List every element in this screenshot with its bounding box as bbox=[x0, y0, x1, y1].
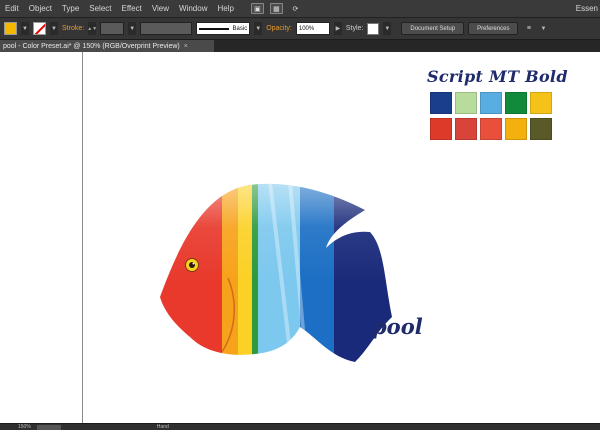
variable-width-profile[interactable] bbox=[140, 22, 193, 35]
fill-color-swatch[interactable] bbox=[4, 22, 17, 35]
status-bar: 150% Hand bbox=[0, 423, 600, 430]
menu-effect[interactable]: Effect bbox=[117, 4, 147, 13]
menu-help[interactable]: Help bbox=[212, 4, 238, 13]
arrange-documents-icon[interactable]: ▦ bbox=[269, 3, 283, 14]
opacity-field[interactable]: 100% bbox=[295, 22, 330, 35]
close-icon[interactable]: × bbox=[184, 43, 188, 50]
menu-edit[interactable]: Edit bbox=[0, 4, 24, 13]
artboard-canvas[interactable]: Script MT Bold pool bbox=[0, 52, 600, 423]
brush-dropdown-arrow-icon[interactable]: ▼ bbox=[254, 22, 263, 35]
document-tab[interactable]: pool - Color Preset.ai* @ 150% (RGB/Over… bbox=[0, 40, 214, 52]
menu-icon-group: ▣ ▦ ⟳ bbox=[250, 3, 302, 14]
document-setup-button[interactable]: Document Setup bbox=[401, 22, 465, 35]
menu-select[interactable]: Select bbox=[84, 4, 116, 13]
opacity-label[interactable]: Opacity: bbox=[266, 25, 292, 32]
align-panel-icon[interactable]: ≡ bbox=[522, 23, 535, 34]
control-bar: ▼ ▼ Stroke: ▲▼ ▼ Basic ▼ Opacity: 100% ▶… bbox=[0, 18, 600, 40]
workspace-switcher[interactable]: Essen bbox=[576, 4, 598, 13]
brush-stroke-preview bbox=[199, 27, 230, 30]
menu-type[interactable]: Type bbox=[57, 4, 84, 13]
zoom-level[interactable]: 150% bbox=[18, 424, 31, 430]
fish-eye-highlight bbox=[192, 262, 195, 265]
stroke-dropdown-arrow-icon[interactable]: ▼ bbox=[50, 22, 58, 35]
stroke-weight-stepper[interactable]: ▲▼ bbox=[87, 22, 97, 35]
brush-label: Basic bbox=[232, 25, 248, 32]
control-panel-menu-icon[interactable]: ▼ bbox=[539, 22, 547, 35]
document-tab-bar: pool - Color Preset.ai* @ 150% (RGB/Over… bbox=[0, 40, 600, 52]
opacity-arrow-icon[interactable]: ▶ bbox=[333, 22, 342, 35]
graphic-style-swatch[interactable] bbox=[367, 22, 380, 35]
menu-object[interactable]: Object bbox=[24, 4, 57, 13]
fill-dropdown-arrow-icon[interactable]: ▼ bbox=[21, 22, 29, 35]
menu-window[interactable]: Window bbox=[174, 4, 212, 13]
fish-body bbox=[160, 183, 392, 362]
menu-view[interactable]: View bbox=[147, 4, 174, 13]
artboard-navigation[interactable] bbox=[36, 424, 61, 430]
bridge-icon[interactable]: ▣ bbox=[250, 3, 264, 14]
brush-definition-dropdown[interactable]: Basic bbox=[196, 22, 251, 35]
fish-illustration[interactable] bbox=[0, 52, 600, 423]
menu-bar: Edit Object Type Select Effect View Wind… bbox=[0, 0, 600, 18]
preferences-button[interactable]: Preferences bbox=[468, 22, 519, 35]
document-tab-title: pool - Color Preset.ai* @ 150% (RGB/Over… bbox=[3, 42, 180, 50]
logo-text: pool bbox=[372, 314, 423, 339]
artwork-layer: Script MT Bold pool bbox=[0, 52, 600, 423]
stroke-label[interactable]: Stroke: bbox=[62, 25, 84, 32]
style-label: Style: bbox=[345, 25, 364, 32]
current-tool-status[interactable]: Hand bbox=[157, 424, 169, 430]
sync-icon[interactable]: ⟳ bbox=[289, 3, 302, 14]
stroke-weight-field[interactable] bbox=[100, 22, 125, 35]
stroke-color-swatch[interactable] bbox=[33, 22, 46, 35]
style-dropdown-arrow-icon[interactable]: ▼ bbox=[383, 22, 392, 35]
stroke-weight-dropdown-icon[interactable]: ▼ bbox=[128, 22, 137, 35]
